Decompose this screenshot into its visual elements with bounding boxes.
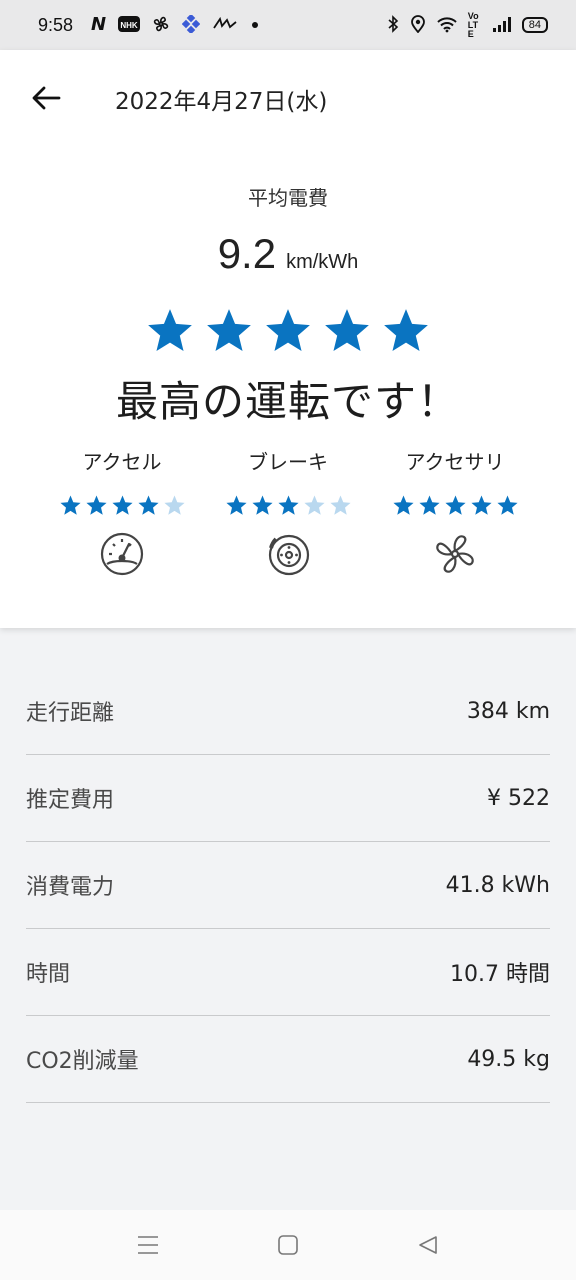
stat-label: 時間 — [26, 962, 71, 987]
metric-ratings: アクセル ブレーキ アクセサリ — [0, 446, 576, 596]
metric-accelerator: アクセル — [32, 446, 212, 577]
star-filled-icon — [225, 495, 247, 515]
star-filled-icon — [148, 309, 192, 351]
stat-value: 384 km — [466, 698, 550, 724]
star-filled-icon — [59, 495, 81, 515]
status-time: 9:58 — [38, 14, 74, 35]
avg-efficiency-value: 9.2 — [217, 230, 277, 277]
star-filled-icon — [392, 495, 414, 515]
stat-label: 消費電力 — [26, 875, 115, 900]
n-logo-icon: N — [91, 14, 107, 35]
bluetooth-icon — [386, 14, 400, 36]
battery-indicator: 84 — [521, 17, 548, 33]
summary-card: 2022年4月27日(水) 平均電費 9.2 km/kWh 最高の運転です！ アク… — [0, 50, 576, 628]
accelerator-rating-stars — [32, 494, 212, 517]
accessory-rating-stars — [365, 494, 545, 517]
star-filled-icon — [470, 495, 492, 515]
wifi-icon — [436, 15, 458, 36]
star-filled-icon — [444, 495, 466, 515]
stat-row-power: 消費電力 41.8 kWh — [26, 842, 550, 929]
page-title-date: 2022年4月27日(水) — [115, 89, 328, 115]
stat-value: 10.7 時間 — [450, 962, 550, 987]
star-filled-icon — [137, 495, 159, 515]
star-filled-icon — [85, 495, 107, 515]
speedometer-icon — [100, 532, 144, 576]
metric-label: ブレーキ — [248, 450, 328, 474]
home-icon — [278, 1235, 298, 1255]
menu-icon — [138, 1236, 158, 1254]
star-empty-icon — [163, 495, 185, 515]
overall-rating-stars — [0, 306, 576, 356]
stat-value: 49.5 kg — [467, 1046, 550, 1072]
star-filled-icon — [266, 309, 310, 351]
star-empty-icon — [303, 495, 325, 515]
star-empty-icon — [329, 495, 351, 515]
volte-icon: VoLTE — [467, 10, 479, 39]
stat-label: 走行距離 — [26, 701, 115, 726]
avg-efficiency: 9.2 km/kWh — [0, 230, 576, 278]
avg-efficiency-unit: km/kWh — [286, 251, 359, 273]
back-button[interactable] — [26, 78, 66, 118]
dot-icon — [250, 18, 260, 33]
stat-value: 41.8 kWh — [445, 872, 550, 898]
nhk-icon: NHK — [118, 15, 141, 36]
brake-disc-icon — [268, 534, 310, 576]
stats-list: 走行距離 384 km 推定費用 ¥ 522 消費電力 41.8 kWh 時間 … — [26, 668, 550, 1103]
fan-notification-icon — [152, 15, 170, 36]
stat-row-cost: 推定費用 ¥ 522 — [26, 755, 550, 842]
home-button[interactable] — [273, 1230, 303, 1260]
star-filled-icon — [277, 495, 299, 515]
star-filled-icon — [111, 495, 133, 515]
star-filled-icon — [496, 495, 518, 515]
svg-text:NHK: NHK — [120, 21, 138, 30]
back-triangle-icon — [419, 1236, 437, 1254]
star-filled-icon — [418, 495, 440, 515]
star-filled-icon — [207, 309, 251, 351]
location-icon — [410, 14, 426, 36]
menu-button[interactable] — [133, 1230, 163, 1260]
nav-back-button[interactable] — [413, 1230, 443, 1260]
star-filled-icon — [251, 495, 273, 515]
stat-row-time: 時間 10.7 時間 — [26, 929, 550, 1016]
stat-row-distance: 走行距離 384 km — [26, 668, 550, 755]
metric-brake: ブレーキ — [198, 446, 378, 577]
stat-label: 推定費用 — [26, 788, 115, 813]
star-filled-icon — [325, 309, 369, 351]
app-header: 2022年4月27日(水) — [0, 50, 576, 144]
app-logo-icon — [212, 16, 238, 35]
metric-label: アクセサリ — [405, 450, 505, 474]
avg-efficiency-label: 平均電費 — [248, 186, 328, 210]
arrow-left-icon — [32, 86, 61, 110]
star-filled-icon — [384, 309, 428, 351]
rating-message: 最高の運転です！ — [115, 377, 460, 426]
system-nav-bar — [0, 1210, 576, 1280]
stat-label: CO2削減量 — [26, 1049, 139, 1074]
brake-rating-stars — [198, 494, 378, 517]
status-bar: 9:58 N NHK VoLTE 84 — [0, 0, 576, 50]
fan-icon — [436, 535, 474, 573]
metric-accessory: アクセサリ — [365, 446, 545, 577]
signal-icon — [492, 15, 512, 36]
grid-app-icon — [181, 13, 201, 36]
stat-value: ¥ 522 — [487, 785, 550, 811]
stat-row-co2: CO2削減量 49.5 kg — [26, 1016, 550, 1103]
metric-label: アクセル — [82, 450, 162, 474]
